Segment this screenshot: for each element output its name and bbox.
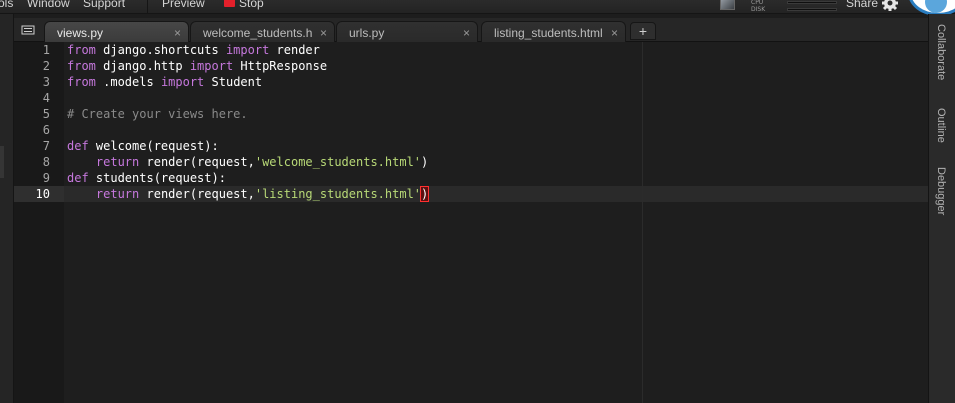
line-number: 3 (42, 75, 50, 89)
tab-label: welcome_students.h (203, 26, 313, 40)
tab-welcome-students[interactable]: welcome_students.h × (190, 21, 335, 42)
code-line[interactable]: 1 from django.shortcuts import render (14, 42, 928, 58)
code-editor[interactable]: 1 from django.shortcuts import render 2 fro… (14, 42, 928, 403)
line-number: 1 (42, 43, 50, 57)
code-token: render(request, (139, 155, 255, 169)
menu-window[interactable]: Window (27, 0, 70, 10)
code-token: students(request): (88, 171, 226, 185)
tab-outline[interactable]: Outline (935, 108, 947, 143)
code-line[interactable]: 2 from django.http import HttpResponse (14, 58, 928, 74)
code-token: return (95, 187, 140, 201)
close-icon[interactable]: × (463, 22, 470, 42)
line-text: # Create your views here. (67, 106, 248, 122)
code-line[interactable]: 9 def students(request): (14, 170, 928, 186)
code-token: django.shortcuts (95, 43, 226, 57)
line-number: 4 (42, 91, 50, 105)
avatar[interactable] (720, 0, 735, 10)
preview-button[interactable]: Preview (162, 0, 205, 10)
menu-bar: ols Window Support Preview Stop CPU DISK… (0, 0, 955, 16)
line-number: 10 (35, 187, 50, 201)
code-token: 'listing_students.html' (254, 187, 422, 201)
line-number: 2 (42, 59, 50, 73)
menu-list-icon[interactable] (14, 20, 44, 40)
line-text: def welcome(request): (67, 138, 219, 154)
code-token: from (67, 75, 96, 89)
code-token: def (67, 171, 89, 185)
code-line[interactable]: 5 # Create your views here. (14, 106, 928, 122)
code-token: ) (421, 155, 429, 169)
close-icon[interactable]: × (611, 22, 618, 42)
cpu-meter (787, 1, 837, 4)
line-number: 8 (42, 155, 50, 169)
tab-label: listing_students.html (494, 26, 603, 40)
close-icon[interactable]: × (174, 22, 181, 42)
line-number: 7 (42, 139, 50, 153)
menu-divider (147, 0, 148, 14)
tab-listing-students[interactable]: listing_students.html × (481, 21, 626, 42)
tab-bar: views.py × welcome_students.h × urls.py … (14, 18, 928, 42)
code-token: welcome(request): (88, 139, 219, 153)
line-text: def students(request): (67, 170, 226, 186)
close-icon[interactable]: × (320, 22, 327, 42)
right-side-panel: Collaborate Outline Debugger (928, 14, 955, 403)
line-text: from django.shortcuts import render (67, 42, 320, 58)
code-token: Student (204, 75, 263, 89)
tab-collaborate[interactable]: Collaborate (935, 24, 947, 80)
code-token: 'welcome_students.html' (254, 155, 422, 169)
tab-views-py[interactable]: views.py × (44, 21, 189, 42)
code-token: .models (95, 75, 161, 89)
tab-debugger[interactable]: Debugger (935, 167, 947, 215)
code-line[interactable]: 6 (14, 122, 928, 138)
new-tab-button[interactable]: + (630, 22, 656, 40)
tab-label: urls.py (349, 26, 385, 40)
code-token: def (67, 139, 89, 153)
disk-meter (787, 8, 837, 11)
code-token: render(request, (139, 187, 255, 201)
share-button[interactable]: Share (846, 0, 878, 10)
line-text: from django.http import HttpResponse (67, 58, 327, 74)
disk-label: DISK (751, 6, 766, 13)
code-token: import (160, 75, 205, 89)
line-text: return render(request,'welcome_students.… (67, 154, 428, 170)
left-panel-strip (0, 14, 14, 403)
code-token: HttpResponse (233, 59, 328, 73)
tab-label: views.py (57, 26, 104, 40)
gear-icon[interactable] (880, 0, 900, 12)
menu-support[interactable]: Support (83, 0, 125, 10)
tab-urls-py[interactable]: urls.py × (336, 21, 478, 42)
code-token: import (189, 59, 234, 73)
code-token: from (67, 59, 96, 73)
code-line[interactable]: 3 from .models import Student (14, 74, 928, 90)
line-text: from .models import Student (67, 74, 262, 90)
line-number: 6 (42, 123, 50, 137)
code-token: import (225, 43, 270, 57)
code-token: from (67, 43, 96, 57)
line-text: return render(request,'listing_students.… (67, 186, 430, 202)
code-token: django.http (95, 59, 190, 73)
code-token: # Create your views here. (67, 107, 248, 121)
matching-bracket: ) (419, 186, 430, 202)
line-number: 5 (42, 107, 50, 121)
code-line[interactable]: 4 (14, 90, 928, 106)
code-token: render (269, 43, 320, 57)
code-token: return (95, 155, 140, 169)
menu-tools[interactable]: ols (0, 0, 13, 10)
code-line[interactable]: 8 return render(request,'welcome_student… (14, 154, 928, 170)
code-line[interactable]: 7 def welcome(request): (14, 138, 928, 154)
stop-icon[interactable] (224, 0, 235, 7)
line-number: 9 (42, 171, 50, 185)
stop-button[interactable]: Stop (239, 0, 264, 10)
code-line[interactable]: 10 return render(request,'listing_studen… (14, 186, 928, 202)
